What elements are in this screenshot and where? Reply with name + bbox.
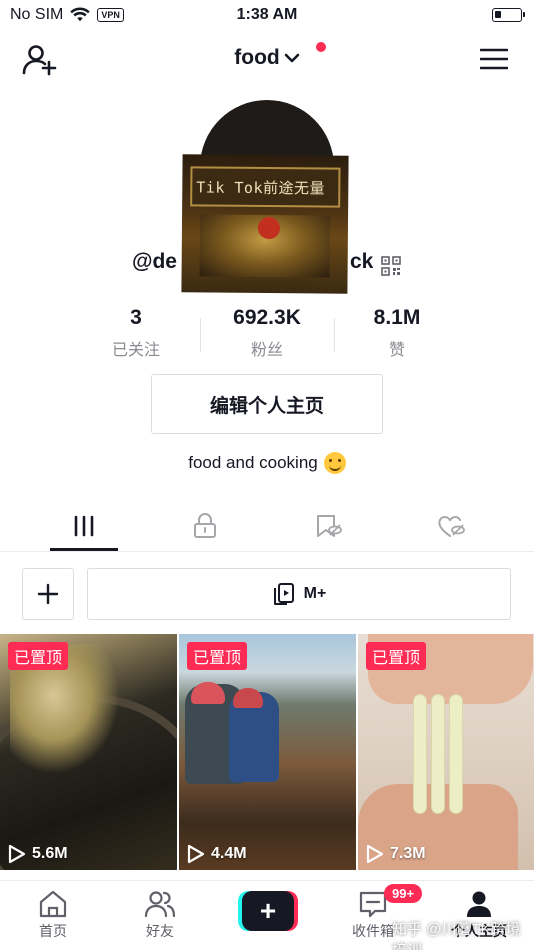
bio: food and cooking [0,452,534,474]
account-switcher[interactable]: food [0,46,534,70]
playlist-button[interactable]: M+ [87,568,511,620]
profile-icon [467,891,491,917]
nav-friends[interactable]: 好友 [125,889,195,941]
grid-icon [74,515,94,537]
nav-home-label: 首页 [39,923,67,939]
followers-label: 粉丝 [250,342,283,359]
view-count: 5.6M [8,844,68,864]
status-time: 1:38 AM [236,6,298,23]
plus-icon [37,583,59,605]
tab-videos[interactable] [49,508,119,544]
noodle-shape [413,694,427,814]
inbox-badge: 99+ [384,884,423,903]
playlist-label: M+ [303,585,327,602]
nav-inbox-label: 收件箱 [352,923,394,939]
nav-friends-label: 好友 [146,923,174,939]
photo-caption: Tik Tok前途无量 [196,178,326,198]
add-button[interactable] [22,568,74,620]
video-thumbnail[interactable]: 已置顶 7.3M [358,634,534,870]
pinned-badge: 已置顶 [366,642,427,670]
followers-count: 692.3K [233,306,301,329]
username-part-right: ck [350,250,374,273]
view-count-text: 4.4M [211,845,247,862]
lock-icon [194,513,216,538]
heart-hidden-icon [438,516,465,537]
play-icon [366,844,384,864]
profile-header: food [0,36,534,84]
watermark-text: 知乎 @川蘑TK跨境培训 [392,921,521,950]
play-icon [8,844,26,864]
menu-icon[interactable] [480,48,508,70]
notification-dot [316,42,326,52]
battery-icon [492,8,525,22]
account-name: food [234,46,280,69]
scarf-shape [233,688,263,708]
qr-code-icon[interactable] [381,256,401,276]
create-button[interactable]: + [238,891,298,931]
noodle-shape [431,694,445,814]
active-tab-indicator [50,548,118,551]
noodle-shape [449,694,463,814]
status-bar: No SIM VPN 1:38 AM [0,0,534,30]
play-icon [187,844,205,864]
video-thumbnail[interactable]: 已置顶 5.6M [0,634,177,870]
following-count: 3 [130,306,142,329]
friends-icon [144,891,176,918]
view-count: 4.4M [187,844,247,864]
likes-label: 赞 [388,342,405,359]
view-count: 7.3M [366,844,426,864]
bookmark-hidden-icon [317,515,342,537]
edit-profile-button[interactable]: 编辑个人主页 [151,374,383,434]
plus-icon: + [259,895,277,926]
video-thumbnail[interactable]: 已置顶 4.4M [179,634,356,870]
pinned-badge: 已置顶 [8,642,69,670]
photo-lantern [257,216,281,240]
view-count-text: 5.6M [32,845,68,862]
bio-text: food and cooking [188,453,318,472]
smile-emoji-icon [323,452,346,474]
nav-home[interactable]: 首页 [18,889,88,941]
tab-favorites[interactable] [293,508,363,544]
stat-following[interactable]: 3 已关注 [66,306,206,360]
playlist-icon [273,583,294,605]
stat-followers[interactable]: 692.3K 粉丝 [197,306,337,360]
tab-liked[interactable] [416,508,486,544]
avatar-photo-overlay: Tik Tok前途无量 [181,154,349,294]
stat-likes[interactable]: 8.1M 赞 [327,306,467,360]
tab-private[interactable] [170,508,240,544]
home-icon [39,890,67,918]
scarf-shape [191,682,225,704]
username-part-left: @de [132,250,177,273]
likes-count: 8.1M [373,306,421,329]
following-label: 已关注 [111,342,160,359]
pinned-badge: 已置顶 [187,642,248,670]
view-count-text: 7.3M [390,845,426,862]
content-tabs [0,500,534,552]
chevron-down-icon [284,53,300,63]
